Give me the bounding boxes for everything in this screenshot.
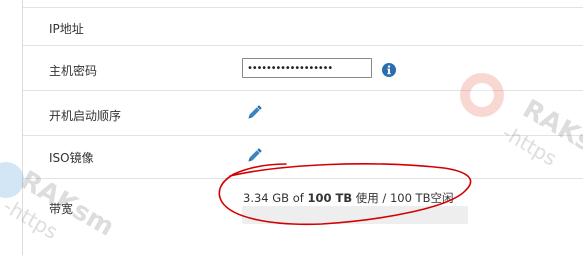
row-ip-address: IP地址	[23, 8, 583, 46]
bandwidth-label: 带宽	[49, 202, 74, 216]
bandwidth-limit-free: 100 TB	[389, 191, 431, 205]
bandwidth-of-word: of	[292, 191, 304, 205]
pencil-icon[interactable]	[246, 148, 262, 164]
iso-image-label: ISO镜像	[49, 151, 94, 165]
host-password-label: 主机密码	[49, 64, 98, 78]
info-circle-icon[interactable]	[382, 63, 396, 77]
bandwidth-usage-text: 3.34 GB of 100 TB 使用 / 100 TB空闲	[243, 190, 453, 206]
bandwidth-limit-used: 100 TB	[307, 191, 353, 205]
boot-order-label: 开机启动顺序	[49, 109, 122, 123]
ip-address-label: IP地址	[49, 22, 84, 36]
bandwidth-used-word: 使用	[355, 191, 379, 205]
bandwidth-used-value: 3.34 GB	[243, 191, 290, 205]
bandwidth-separator: /	[382, 191, 387, 205]
server-settings-panel: IP地址 主机密码 开机启动顺序 ISO镜像 带宽	[0, 0, 583, 255]
bandwidth-free-word: 空闲	[430, 191, 454, 205]
row-boot-order: 开机启动顺序	[23, 90, 583, 136]
pencil-icon[interactable]	[246, 105, 262, 121]
bandwidth-progress-bar	[242, 206, 468, 224]
host-password-field[interactable]	[242, 58, 372, 78]
row-iso-image: ISO镜像	[23, 135, 583, 179]
